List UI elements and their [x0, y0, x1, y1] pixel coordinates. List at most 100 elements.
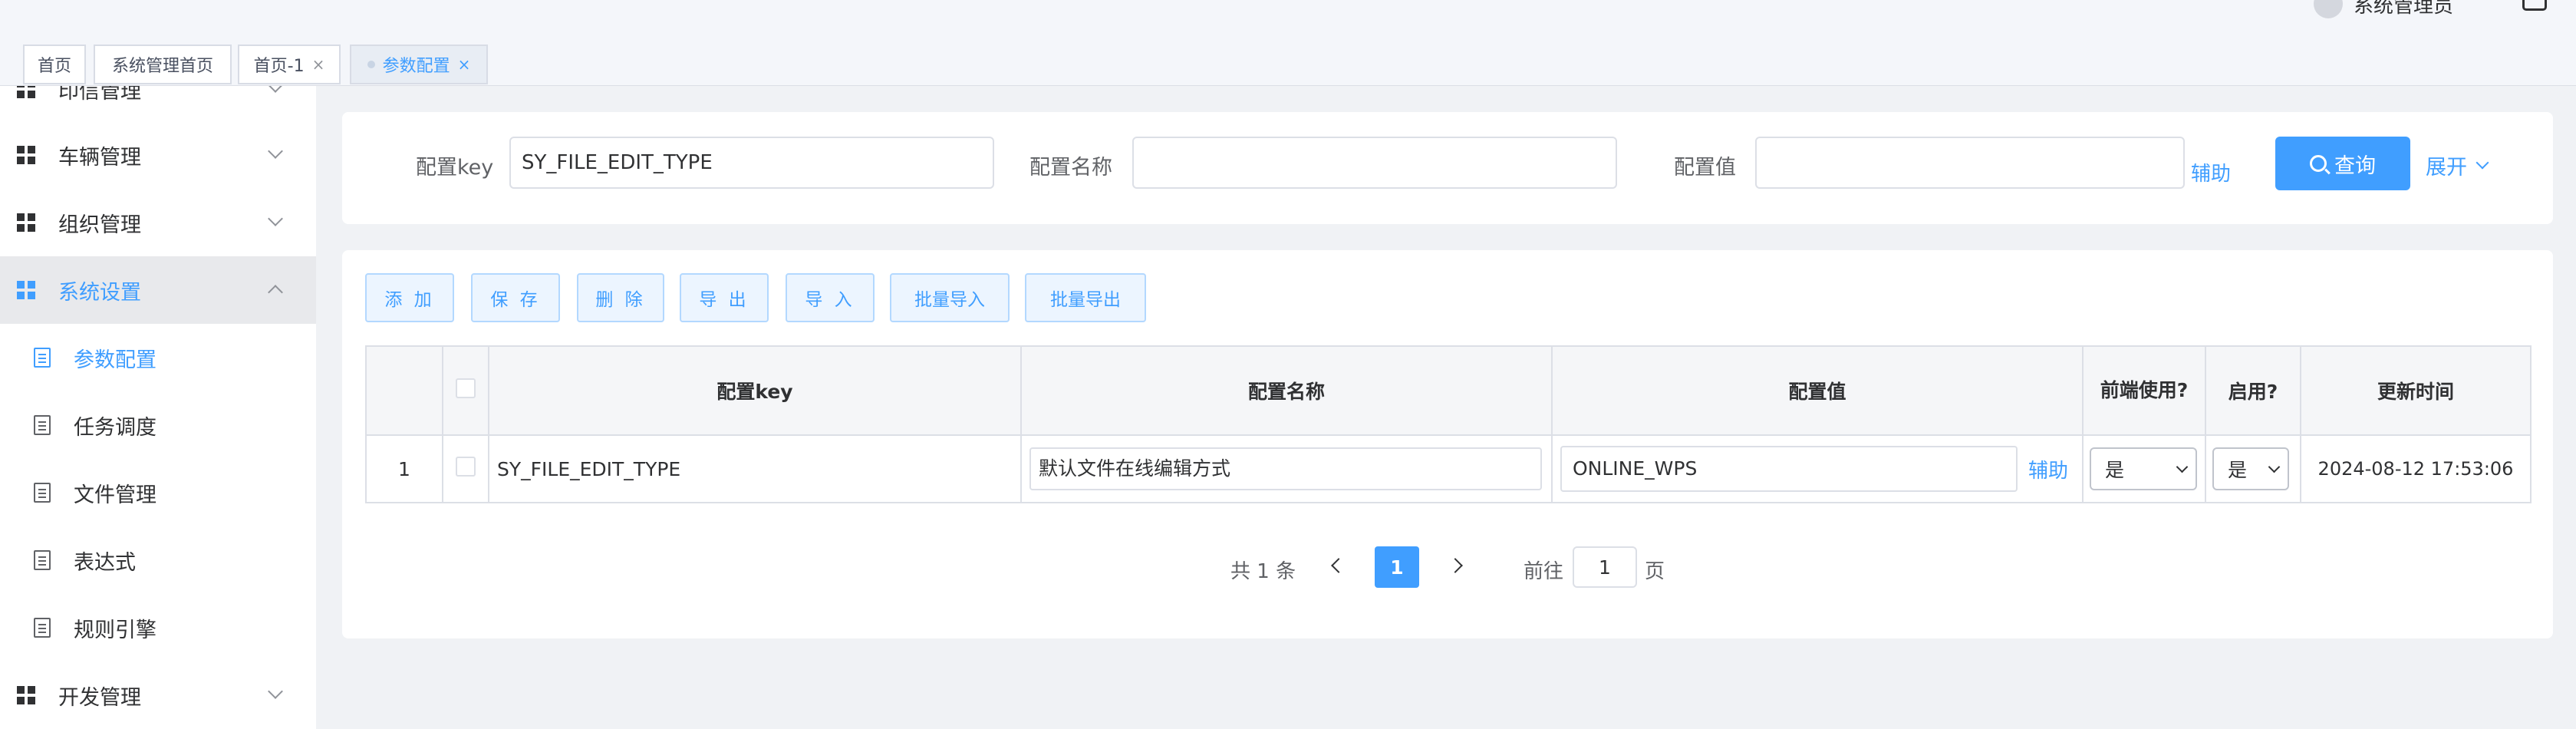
import-button[interactable]: 导 入	[786, 273, 875, 322]
sidebar: 印信管理 车辆管理 组织管理 系统设置 参数配置 任务调度 文件管理 表达式 规…	[0, 86, 316, 729]
sidebar-item-label: 车辆管理	[58, 145, 141, 170]
sidebar-item-development[interactable]: 开发管理	[0, 661, 316, 729]
sidebar-item-label: 印信管理	[58, 86, 141, 104]
sidebar-subitem-label: 参数配置	[74, 348, 156, 372]
chevron-down-icon	[268, 143, 283, 159]
document-icon	[34, 483, 51, 503]
config-table: 配置key 配置名称 配置值 前端使用? 启用? 更新时间 1 SY_FILE_…	[365, 345, 2532, 503]
chevron-down-icon	[2268, 460, 2281, 473]
document-icon	[34, 618, 51, 638]
save-button[interactable]: 保 存	[471, 273, 560, 322]
sidebar-subitem-label: 文件管理	[74, 483, 156, 507]
sidebar-item-vehicle[interactable]: 车辆管理	[0, 121, 316, 189]
select-all-checkbox[interactable]	[456, 378, 476, 398]
sidebar-item-seal[interactable]: 印信管理	[0, 86, 316, 123]
sidebar-item-organization[interactable]: 组织管理	[0, 189, 316, 256]
document-icon	[34, 415, 51, 435]
document-icon	[34, 348, 51, 368]
grid-icon	[17, 146, 35, 164]
chevron-down-icon	[268, 211, 283, 226]
goto-suffix: 页	[1645, 560, 1665, 583]
column-header-key: 配置key	[488, 345, 1022, 436]
config-key-label: 配置key	[416, 156, 494, 180]
chevron-down-icon	[2476, 156, 2489, 169]
row-value-textarea[interactable]: ONLINE_WPS	[1560, 446, 2018, 492]
row-updated: 2024-08-12 17:53:06	[2300, 434, 2532, 503]
grid-icon	[17, 686, 35, 704]
tab-param-config[interactable]: 参数配置 ×	[350, 45, 488, 84]
frontend-select[interactable]: 是	[2090, 447, 2197, 490]
config-value-input[interactable]	[1755, 137, 2185, 189]
tab-home[interactable]: 首页	[23, 45, 86, 84]
top-bar: 系统管理员	[0, 0, 2576, 37]
grid-icon	[17, 86, 35, 98]
sidebar-subitem-rule-engine[interactable]: 规则引擎	[0, 594, 316, 661]
column-header-updated: 更新时间	[2300, 345, 2532, 436]
logout-icon[interactable]	[2522, 0, 2547, 11]
expand-button[interactable]: 展开	[2426, 150, 2489, 180]
tab-close-icon[interactable]: ×	[458, 55, 471, 74]
table-header-row: 配置key 配置名称 配置值 前端使用? 启用? 更新时间	[365, 345, 2532, 436]
export-button[interactable]: 导 出	[680, 273, 769, 322]
sidebar-item-label: 组织管理	[58, 213, 141, 237]
tab-label: 系统管理首页	[111, 57, 213, 76]
search-icon	[2310, 155, 2327, 172]
chevron-down-icon	[268, 684, 283, 699]
sidebar-subitem-file-manage[interactable]: 文件管理	[0, 459, 316, 526]
grid-icon	[17, 281, 35, 299]
row-key: SY_FILE_EDIT_TYPE	[488, 434, 1022, 503]
batch-export-button[interactable]: 批量导出	[1025, 273, 1146, 322]
tab-label: 首页	[37, 57, 71, 76]
page-number-current[interactable]: 1	[1375, 546, 1419, 588]
tab-home-1[interactable]: 首页-1 ×	[238, 45, 341, 84]
index-header	[365, 345, 443, 436]
delete-button[interactable]: 删 除	[577, 273, 664, 322]
column-header-enabled: 启用?	[2205, 345, 2301, 436]
chevron-down-icon	[2176, 460, 2189, 473]
enabled-select[interactable]: 是	[2212, 447, 2289, 490]
active-dot-icon	[367, 61, 375, 68]
tab-close-icon[interactable]: ×	[312, 55, 325, 74]
sidebar-subitem-task-schedule[interactable]: 任务调度	[0, 391, 316, 459]
config-value-label: 配置值	[1674, 156, 1736, 180]
column-header-value: 配置值	[1551, 345, 2084, 436]
tab-label: 首页-1	[253, 57, 305, 76]
tab-label: 参数配置	[382, 57, 450, 76]
sidebar-subitem-param-config[interactable]: 参数配置	[0, 324, 316, 391]
avatar	[2314, 0, 2343, 18]
row-index: 1	[365, 434, 443, 503]
column-header-name: 配置名称	[1020, 345, 1553, 436]
sidebar-item-label: 系统设置	[58, 280, 141, 305]
sidebar-subitem-label: 表达式	[74, 550, 136, 575]
chevron-up-icon	[268, 285, 283, 300]
tab-system-home[interactable]: 系统管理首页	[94, 45, 232, 84]
config-name-input[interactable]	[1132, 137, 1617, 189]
grid-icon	[17, 213, 35, 232]
row-checkbox[interactable]	[456, 457, 476, 477]
document-icon	[34, 550, 51, 570]
user-menu[interactable]: 系统管理员	[2314, 0, 2453, 18]
aux-link[interactable]: 辅助	[2191, 158, 2231, 186]
enabled-select-value: 是	[2228, 459, 2248, 481]
sidebar-item-label: 开发管理	[58, 685, 141, 710]
batch-import-button[interactable]: 批量导入	[890, 273, 1010, 322]
pagination-total: 共 1 条	[1230, 560, 1296, 583]
sidebar-subitem-label: 任务调度	[74, 415, 156, 440]
sidebar-subitem-label: 规则引擎	[74, 618, 156, 642]
row-name-input[interactable]: 默认文件在线编辑方式	[1029, 447, 1542, 490]
goto-prefix: 前往	[1524, 560, 1564, 583]
goto-page-input[interactable]: 1	[1573, 546, 1637, 588]
chevron-down-icon	[268, 86, 283, 93]
frontend-select-value: 是	[2105, 459, 2125, 481]
add-button[interactable]: 添 加	[365, 273, 454, 322]
sidebar-item-system-settings[interactable]: 系统设置	[0, 256, 316, 324]
sidebar-subitem-expression[interactable]: 表达式	[0, 526, 316, 594]
config-key-input[interactable]: SY_FILE_EDIT_TYPE	[509, 137, 994, 189]
query-button[interactable]: 查询	[2275, 137, 2410, 190]
row-aux-link[interactable]: 辅助	[2028, 460, 2068, 483]
query-button-label: 查询	[2334, 153, 2376, 178]
user-name: 系统管理员	[2354, 0, 2454, 18]
column-header-frontend: 前端使用?	[2082, 345, 2206, 436]
table-row: 1 SY_FILE_EDIT_TYPE 默认文件在线编辑方式 ONLINE_WP…	[365, 434, 2532, 503]
config-name-label: 配置名称	[1029, 156, 1112, 180]
